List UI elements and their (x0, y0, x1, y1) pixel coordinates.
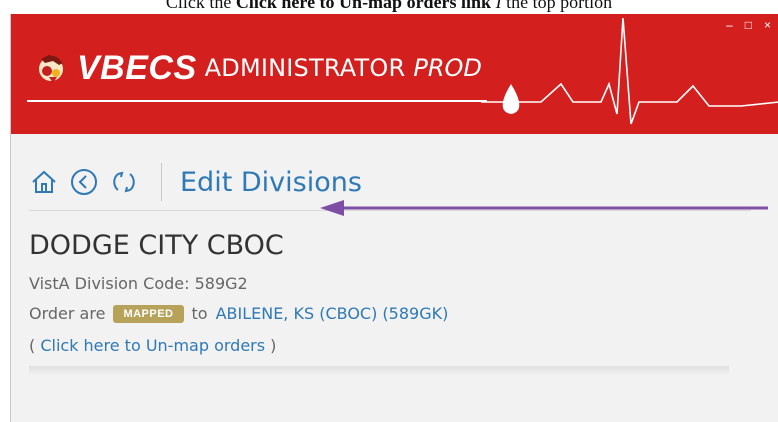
to-text: to (191, 304, 208, 323)
page-title: Edit Divisions (180, 166, 362, 198)
document-caption: Click the Click here to Un-map orders li… (0, 0, 778, 12)
navigation-bar: Edit Divisions (29, 162, 362, 202)
vbecs-logo-icon (39, 55, 63, 83)
brand-name: VBECS (77, 48, 197, 87)
mapped-division-link[interactable]: ABILENE, KS (CBOC) (589GK) (216, 304, 449, 323)
division-name: DODGE CITY CBOC (29, 230, 284, 261)
maximize-button[interactable]: □ (745, 18, 752, 32)
back-icon[interactable] (69, 167, 99, 197)
header-divider (27, 100, 487, 102)
division-code-value: 589G2 (194, 274, 248, 293)
unmap-close-paren: ) (265, 336, 277, 355)
main-content: Edit Divisions DODGE CITY CBOC VistA Div… (11, 134, 778, 422)
caption-prefix: Click the (165, 0, 236, 12)
order-prefix: Order are (29, 304, 106, 323)
minimize-button[interactable]: – (726, 18, 733, 32)
window-controls: – □ × (726, 18, 771, 32)
unmap-orders-link[interactable]: Click here to Un-map orders (40, 336, 265, 355)
annotation-arrow-icon (320, 200, 768, 216)
nav-separator (161, 163, 162, 201)
app-title-text: ADMINISTRATOR (204, 54, 406, 82)
unmap-orders-line: ( Click here to Un-map orders ) (29, 336, 276, 355)
home-icon[interactable] (29, 167, 59, 197)
caption-tail: the top portion (506, 0, 613, 12)
unmap-open-paren: ( (29, 336, 41, 355)
app-header: VBECS ADMINISTRATOR PROD – □ × (11, 14, 778, 134)
refresh-icon[interactable] (109, 167, 139, 197)
division-code-label: VistA Division Code: (29, 274, 195, 293)
status-badge: MAPPED (113, 304, 184, 323)
section-shadow (29, 366, 729, 376)
heartbeat-decoration-icon (481, 17, 778, 125)
close-button[interactable]: × (764, 18, 771, 32)
caption-bold: Click here to Un-map orders link (235, 0, 492, 12)
order-status-line: Order are MAPPED to ABILENE, KS (CBOC) (… (29, 304, 448, 323)
division-code: VistA Division Code: 589G2 (29, 274, 248, 293)
environment-label: PROD (413, 54, 482, 82)
caption-italic: I (495, 0, 507, 12)
app-title: VBECS ADMINISTRATOR PROD (35, 48, 482, 88)
